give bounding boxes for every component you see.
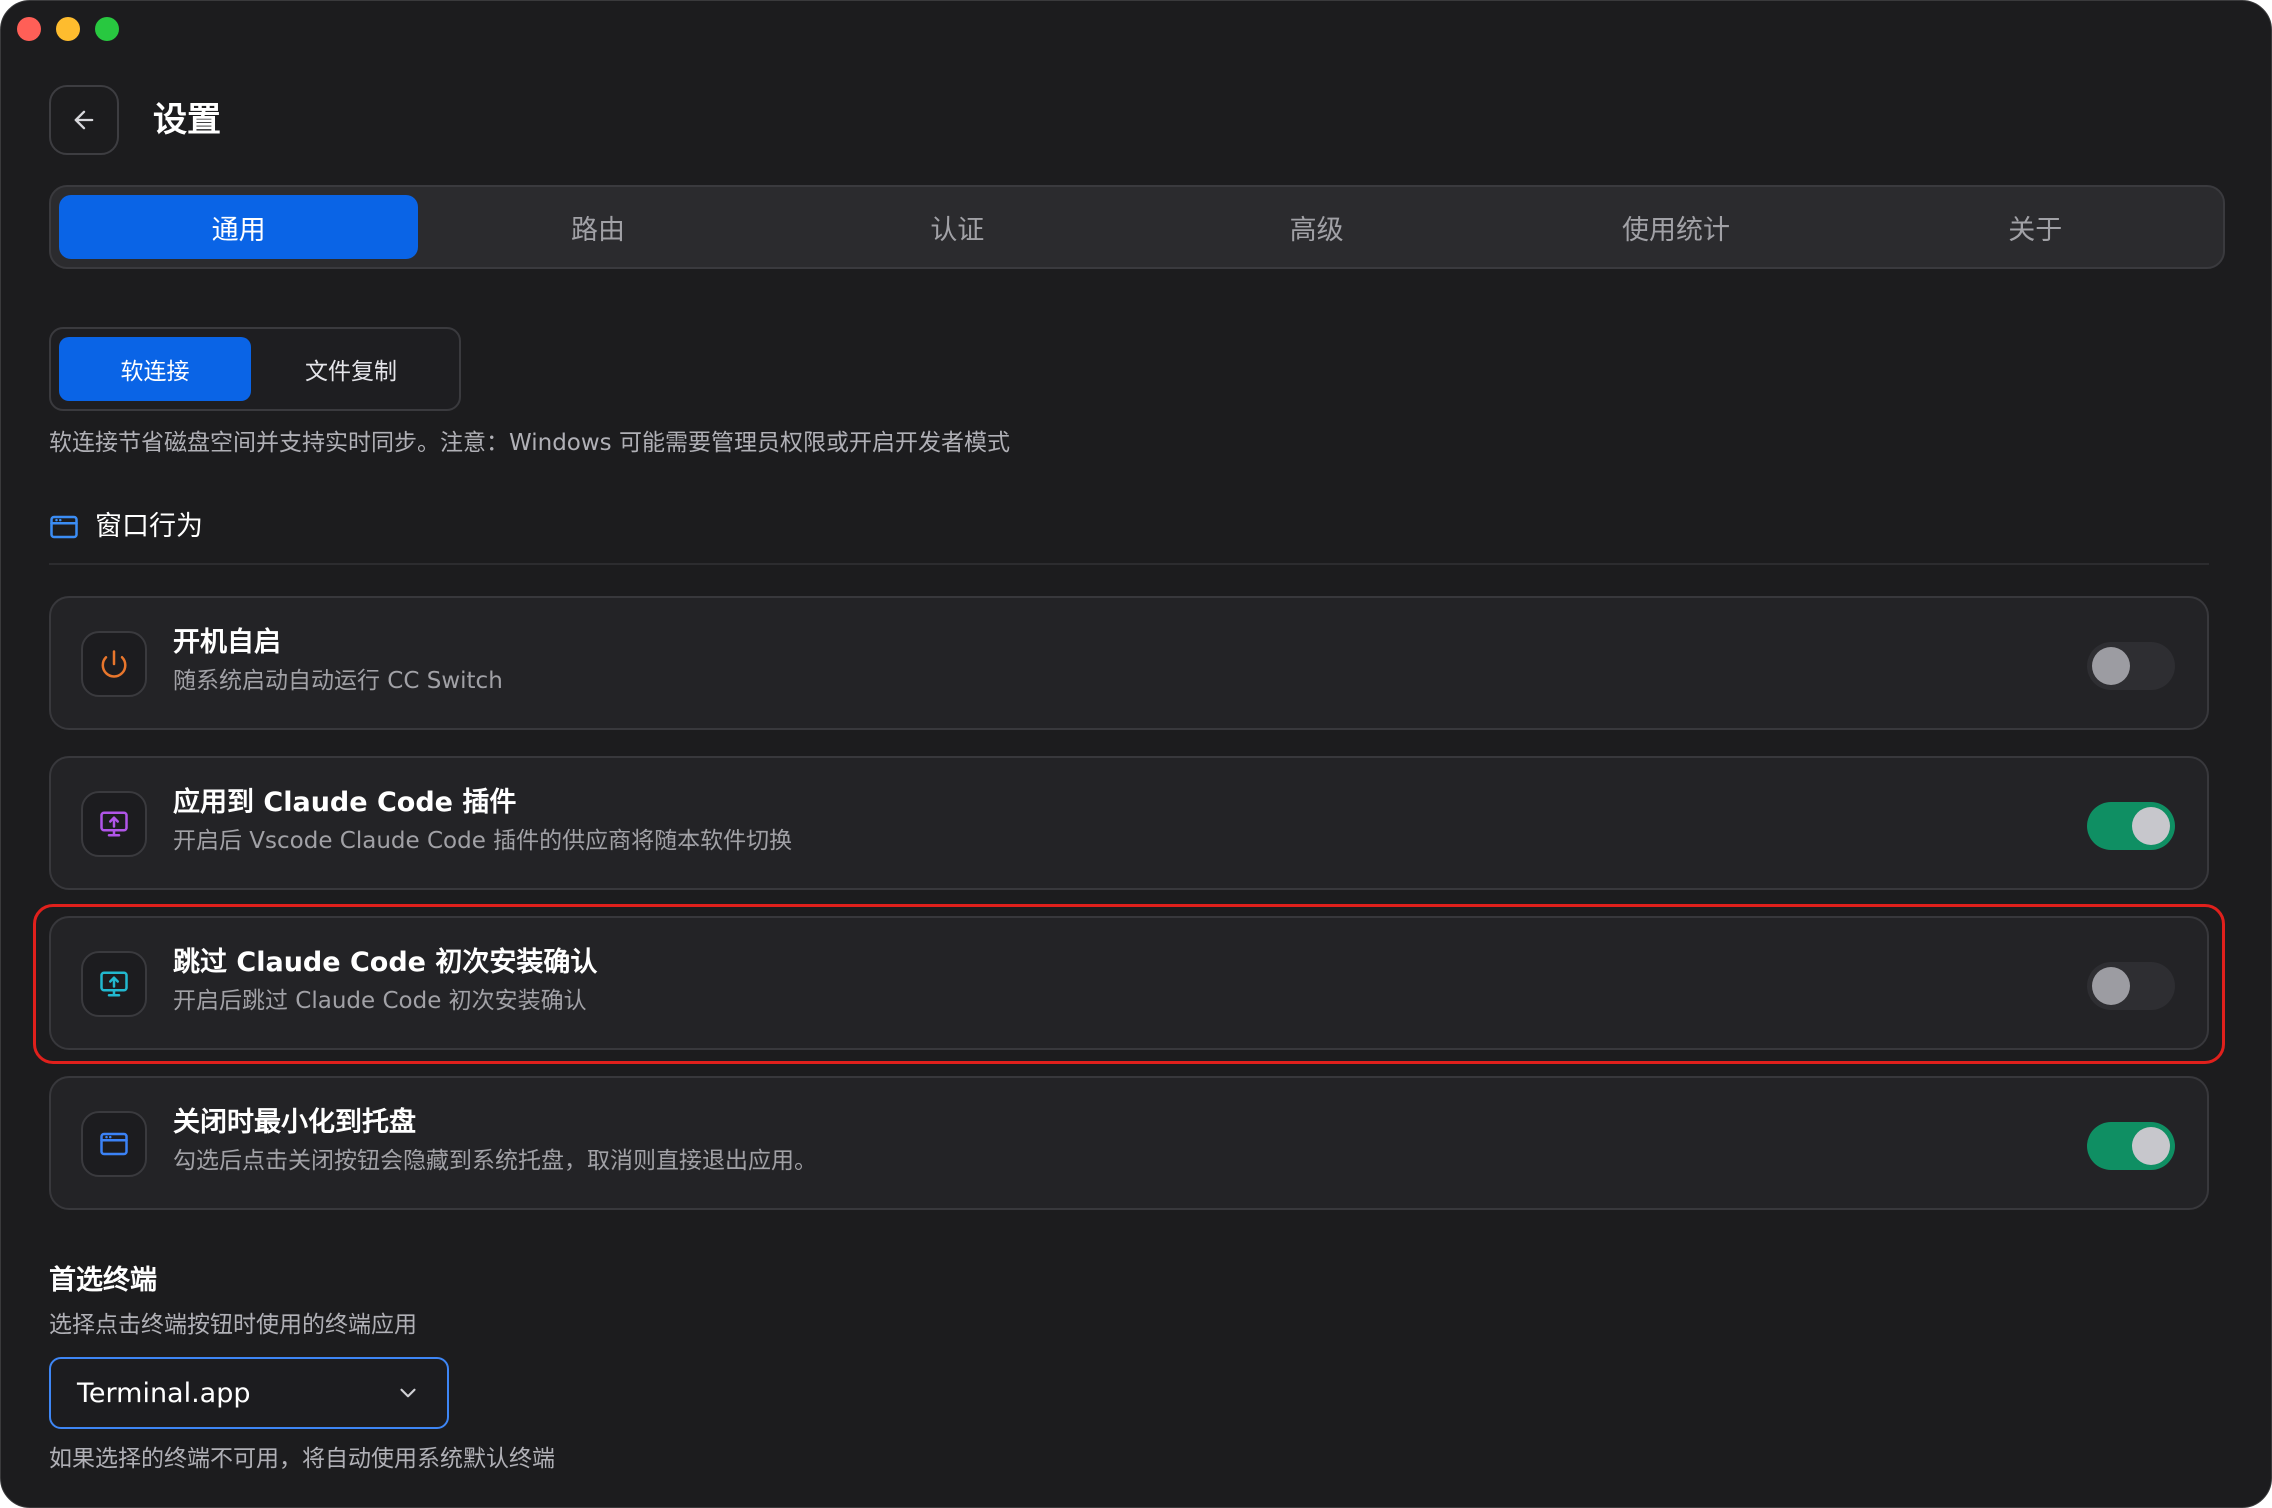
window-controls — [17, 17, 119, 41]
section-title: 窗口行为 — [95, 511, 203, 542]
toggle-knob — [2092, 647, 2130, 685]
close-window-button[interactable] — [17, 17, 41, 41]
preferred-terminal-title: 首选终端 — [49, 1265, 157, 1296]
apply-claude-code-plugin-toggle[interactable] — [2087, 802, 2175, 850]
setting-title: 开机自启 — [173, 627, 281, 658]
preferred-terminal-description: 选择点击终端按钮时使用的终端应用 — [49, 1312, 417, 1338]
skip-onboarding-toggle[interactable] — [2087, 962, 2175, 1010]
back-button[interactable] — [49, 85, 119, 155]
window-behavior-header: 窗口行为 — [49, 509, 203, 545]
app-window-icon — [50, 515, 78, 539]
tab-general[interactable]: 通用 — [59, 195, 419, 259]
settings-tabs: 通用 路由 认证 高级 使用统计 关于 — [49, 185, 2225, 269]
arrow-left-icon — [74, 110, 94, 130]
terminal-select[interactable]: Terminal.app — [49, 1357, 449, 1429]
minimize-to-tray-toggle[interactable] — [2087, 1122, 2175, 1170]
symlink-option[interactable]: 软连接 — [59, 337, 251, 401]
setting-description: 勾选后点击关闭按钮会隐藏到系统托盘，取消则直接退出应用。 — [173, 1148, 817, 1174]
toggle-knob — [2092, 967, 2130, 1005]
monitor-upload-icon — [81, 951, 147, 1017]
terminal-fallback-note: 如果选择的终端不可用，将自动使用系统默认终端 — [49, 1446, 555, 1472]
settings-window: 设置 通用 路由 认证 高级 使用统计 关于 软连接 文件复制 软连接节省磁盘空… — [0, 0, 2272, 1508]
chevron-down-icon — [400, 1388, 416, 1398]
tab-routing[interactable]: 路由 — [418, 195, 777, 259]
tab-advanced[interactable]: 高级 — [1137, 195, 1496, 259]
file-copy-option[interactable]: 文件复制 — [251, 337, 451, 401]
zoom-window-button[interactable] — [95, 17, 119, 41]
app-window-icon — [81, 1111, 147, 1177]
sync-mode-hint: 软连接节省磁盘空间并支持实时同步。注意：Windows 可能需要管理员权限或开启… — [49, 430, 1010, 456]
monitor-upload-icon — [81, 791, 147, 857]
toggle-knob — [2132, 1127, 2170, 1165]
tab-usage-stats[interactable]: 使用统计 — [1496, 195, 1855, 259]
setting-title: 跳过 Claude Code 初次安装确认 — [173, 947, 598, 978]
tab-about[interactable]: 关于 — [1856, 195, 2215, 259]
minimize-window-button[interactable] — [56, 17, 80, 41]
sync-mode-segmented-control: 软连接 文件复制 — [49, 327, 461, 411]
tab-auth[interactable]: 认证 — [778, 195, 1137, 259]
setting-title: 应用到 Claude Code 插件 — [173, 787, 517, 818]
setting-title: 关闭时最小化到托盘 — [173, 1107, 416, 1138]
section-divider — [49, 563, 2209, 565]
setting-apply-claude-code-plugin: 应用到 Claude Code 插件 开启后 Vscode Claude Cod… — [49, 756, 2209, 890]
setting-launch-at-startup: 开机自启 随系统启动自动运行 CC Switch — [49, 596, 2209, 730]
terminal-select-value: Terminal.app — [77, 1377, 251, 1409]
launch-at-startup-toggle[interactable] — [2087, 642, 2175, 690]
setting-skip-claude-code-onboarding: 跳过 Claude Code 初次安装确认 开启后跳过 Claude Code … — [49, 916, 2209, 1050]
power-icon — [81, 631, 147, 697]
setting-description: 开启后跳过 Claude Code 初次安装确认 — [173, 988, 587, 1014]
setting-minimize-to-tray: 关闭时最小化到托盘 勾选后点击关闭按钮会隐藏到系统托盘，取消则直接退出应用。 — [49, 1076, 2209, 1210]
setting-description: 随系统启动自动运行 CC Switch — [173, 668, 503, 694]
page-title: 设置 — [153, 100, 221, 140]
toggle-knob — [2132, 807, 2170, 845]
setting-description: 开启后 Vscode Claude Code 插件的供应商将随本软件切换 — [173, 828, 793, 854]
